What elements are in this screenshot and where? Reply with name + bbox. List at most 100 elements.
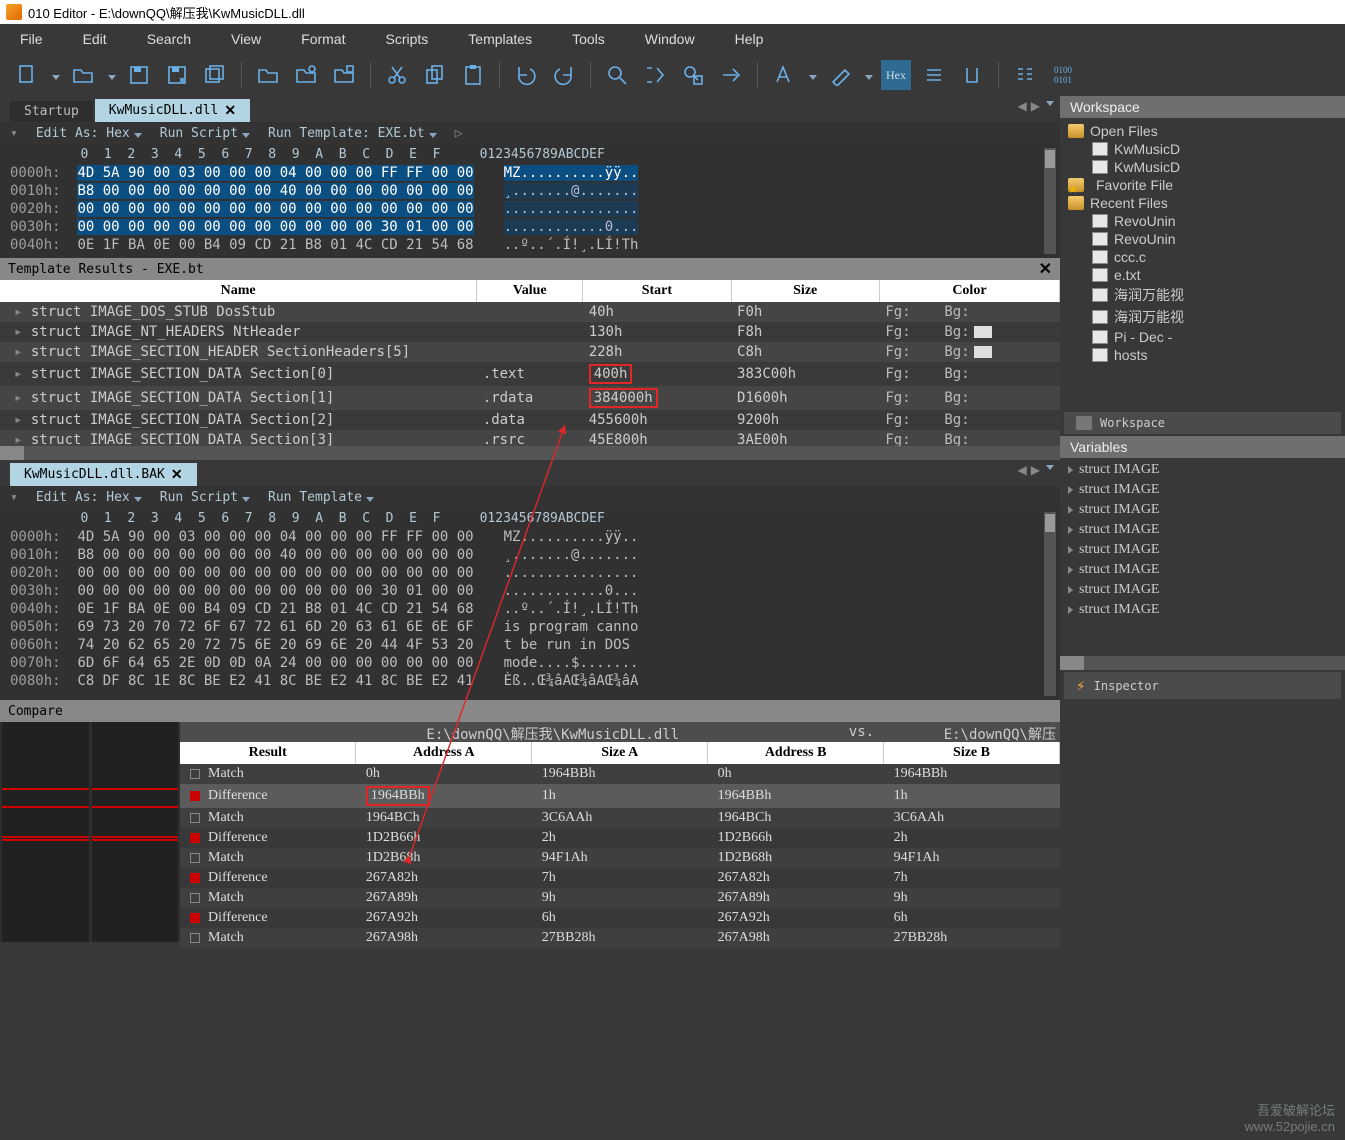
hex-row[interactable]: 0070h: 6D 6F 64 65 2E 0D 0D 0A 24 00 00 … bbox=[10, 654, 1050, 672]
inspector-tab-button[interactable]: ⚡ Inspector bbox=[1064, 672, 1341, 699]
close-tab-icon[interactable]: ✕ bbox=[224, 102, 236, 119]
file-item[interactable]: KwMusicD bbox=[1066, 140, 1339, 158]
collapse-icon[interactable]: ▾ bbox=[10, 126, 18, 141]
variables-list[interactable]: struct IMAGEstruct IMAGEstruct IMAGEstru… bbox=[1060, 458, 1345, 656]
toggle-endian-button[interactable] bbox=[919, 60, 949, 90]
menu-help[interactable]: Help bbox=[715, 25, 784, 53]
run-template-label[interactable]: Run Template: EXE.bt bbox=[268, 126, 425, 141]
variable-item[interactable]: struct IMAGE bbox=[1066, 480, 1339, 500]
toggle-whitespace-button[interactable] bbox=[957, 60, 987, 90]
file-item[interactable]: KwMusicD bbox=[1066, 158, 1339, 176]
file-item[interactable]: RevoUnin bbox=[1066, 212, 1339, 230]
hex-row[interactable]: 0060h: 74 20 62 65 20 72 75 6E 20 69 6E … bbox=[10, 636, 1050, 654]
expand-icon[interactable] bbox=[1068, 546, 1073, 554]
expand-icon[interactable] bbox=[1068, 566, 1073, 574]
table-row[interactable]: ▸ struct IMAGE_NT_HEADERS NtHeader130hF8… bbox=[0, 322, 1060, 342]
variable-item[interactable]: struct IMAGE bbox=[1066, 540, 1339, 560]
th-addrb[interactable]: Address B bbox=[708, 742, 884, 764]
find-in-files-button[interactable] bbox=[678, 60, 708, 90]
goto-button[interactable] bbox=[716, 60, 746, 90]
th-start[interactable]: Start bbox=[583, 280, 731, 302]
menu-scripts[interactable]: Scripts bbox=[365, 25, 448, 53]
edit-as-label[interactable]: Edit As: Hex bbox=[36, 490, 130, 505]
th-color[interactable]: Color bbox=[879, 280, 1059, 302]
table-row[interactable]: ▸ struct IMAGE_SECTION_HEADER SectionHea… bbox=[0, 342, 1060, 362]
favorite-files-node[interactable]: ★Favorite File bbox=[1066, 176, 1339, 194]
redo-button[interactable] bbox=[549, 60, 579, 90]
tab-prev-icon[interactable]: ◀ bbox=[1018, 99, 1027, 113]
expand-icon[interactable] bbox=[1068, 466, 1073, 474]
save-all-button[interactable] bbox=[200, 60, 230, 90]
variable-item[interactable]: struct IMAGE bbox=[1066, 600, 1339, 620]
recent-files-node[interactable]: Recent Files bbox=[1066, 194, 1339, 212]
hex-editor-bottom[interactable]: 0 1 2 3 4 5 6 7 8 9 A B C D E F 01234567… bbox=[0, 508, 1060, 700]
hex-row[interactable]: 0050h: 69 73 20 70 72 6F 67 72 61 6D 20 … bbox=[10, 618, 1050, 636]
menu-format[interactable]: Format bbox=[281, 25, 365, 53]
table-row[interactable]: ▸ struct IMAGE_DOS_STUB DosStub40hF0hFg:… bbox=[0, 302, 1060, 322]
cut-button[interactable] bbox=[382, 60, 412, 90]
variable-item[interactable]: struct IMAGE bbox=[1066, 580, 1339, 600]
replace-button[interactable] bbox=[640, 60, 670, 90]
th-result[interactable]: Result bbox=[180, 742, 356, 764]
th-value[interactable]: Value bbox=[477, 280, 583, 302]
new-file-button[interactable] bbox=[12, 60, 42, 90]
close-panel-icon[interactable]: ✕ bbox=[1039, 259, 1052, 279]
runscript-dropdown-icon[interactable] bbox=[242, 133, 250, 138]
table-row[interactable]: Difference1D2B66h2h1D2B66h2h bbox=[180, 828, 1060, 848]
file-item[interactable]: e.txt bbox=[1066, 266, 1339, 284]
table-row[interactable]: ▸ struct IMAGE_SECTION_DATA Section[3].r… bbox=[0, 430, 1060, 446]
table-row[interactable]: Match0h1964BBh0h1964BBh bbox=[180, 764, 1060, 784]
th-addra[interactable]: Address A bbox=[356, 742, 532, 764]
runscript-dropdown-icon[interactable] bbox=[242, 497, 250, 502]
open-file-button[interactable] bbox=[68, 60, 98, 90]
horizontal-scrollbar[interactable] bbox=[0, 446, 1060, 460]
table-row[interactable]: Match1D2B68h94F1Ah1D2B68h94F1Ah bbox=[180, 848, 1060, 868]
new-file-dropdown-icon[interactable] bbox=[52, 75, 60, 80]
run-script-label[interactable]: Run Script bbox=[160, 490, 238, 505]
table-row[interactable]: Match267A98h27BB28h267A98h27BB28h bbox=[180, 928, 1060, 948]
tab-next-icon[interactable]: ▶ bbox=[1031, 463, 1040, 477]
run-template-label[interactable]: Run Template bbox=[268, 490, 362, 505]
horizontal-scrollbar[interactable] bbox=[1060, 656, 1345, 670]
hex-row[interactable]: 0040h: 0E 1F BA 0E 00 B4 09 CD 21 B8 01 … bbox=[10, 600, 1050, 618]
hex-row[interactable]: 0020h: 00 00 00 00 00 00 00 00 00 00 00 … bbox=[10, 564, 1050, 582]
workspace-tab-button[interactable]: Workspace bbox=[1064, 412, 1341, 434]
expand-icon[interactable] bbox=[1068, 506, 1073, 514]
tab-kwmusicdll-bak[interactable]: KwMusicDLL.dll.BAK ✕ bbox=[10, 463, 197, 486]
menu-edit[interactable]: Edit bbox=[63, 25, 127, 53]
th-name[interactable]: Name bbox=[0, 280, 477, 302]
select-font-button[interactable] bbox=[769, 60, 799, 90]
runtpl-dropdown-icon[interactable] bbox=[366, 497, 374, 502]
expand-icon[interactable] bbox=[1068, 606, 1073, 614]
table-row[interactable]: ▸ struct IMAGE_SECTION_DATA Section[0].t… bbox=[0, 362, 1060, 386]
expand-icon[interactable] bbox=[1068, 486, 1073, 494]
variable-item[interactable]: struct IMAGE bbox=[1066, 500, 1339, 520]
tab-prev-icon[interactable]: ◀ bbox=[1018, 463, 1027, 477]
th-size[interactable]: Size bbox=[731, 280, 879, 302]
line-width-button[interactable] bbox=[1010, 60, 1040, 90]
table-row[interactable]: ▸ struct IMAGE_SECTION_DATA Section[2].d… bbox=[0, 410, 1060, 430]
file-item[interactable]: ccc.c bbox=[1066, 248, 1339, 266]
hex-row[interactable]: 0010h: B8 00 00 00 00 00 00 00 40 00 00 … bbox=[10, 546, 1050, 564]
file-item[interactable]: 海润万能视 bbox=[1066, 306, 1339, 328]
file-item[interactable]: Pi - Dec - bbox=[1066, 328, 1339, 346]
hex-row[interactable]: 0000h: 4D 5A 90 00 03 00 00 00 04 00 00 … bbox=[10, 528, 1050, 546]
table-row[interactable]: Match267A89h9h267A89h9h bbox=[180, 888, 1060, 908]
run-script-label[interactable]: Run Script bbox=[160, 126, 238, 141]
file-item[interactable]: hosts bbox=[1066, 346, 1339, 364]
table-row[interactable]: Difference267A82h7h267A82h7h bbox=[180, 868, 1060, 888]
hex-editor-top[interactable]: 0 1 2 3 4 5 6 7 8 9 A B C D E F 01234567… bbox=[0, 144, 1060, 258]
menu-templates[interactable]: Templates bbox=[448, 25, 552, 53]
hex-row[interactable]: 0040h: 0E 1F BA 0E 00 B4 09 CD 21 B8 01 … bbox=[10, 236, 1050, 254]
vertical-scrollbar[interactable] bbox=[1044, 512, 1056, 696]
tab-kwmusicdll[interactable]: KwMusicDLL.dll ✕ bbox=[95, 99, 250, 122]
compare-minimap[interactable] bbox=[0, 722, 180, 942]
template-results-table[interactable]: Name Value Start Size Color ▸ struct IMA… bbox=[0, 280, 1060, 446]
open-process-button[interactable] bbox=[329, 60, 359, 90]
hex-row[interactable]: 0010h: B8 00 00 00 00 00 00 00 40 00 00 … bbox=[10, 182, 1050, 200]
expand-icon[interactable] bbox=[1068, 526, 1073, 534]
open-folder-button[interactable] bbox=[253, 60, 283, 90]
tab-startup[interactable]: Startup bbox=[10, 101, 93, 122]
table-row[interactable]: ▸ struct IMAGE_SECTION_DATA Section[1].r… bbox=[0, 386, 1060, 410]
open-drive-button[interactable] bbox=[291, 60, 321, 90]
